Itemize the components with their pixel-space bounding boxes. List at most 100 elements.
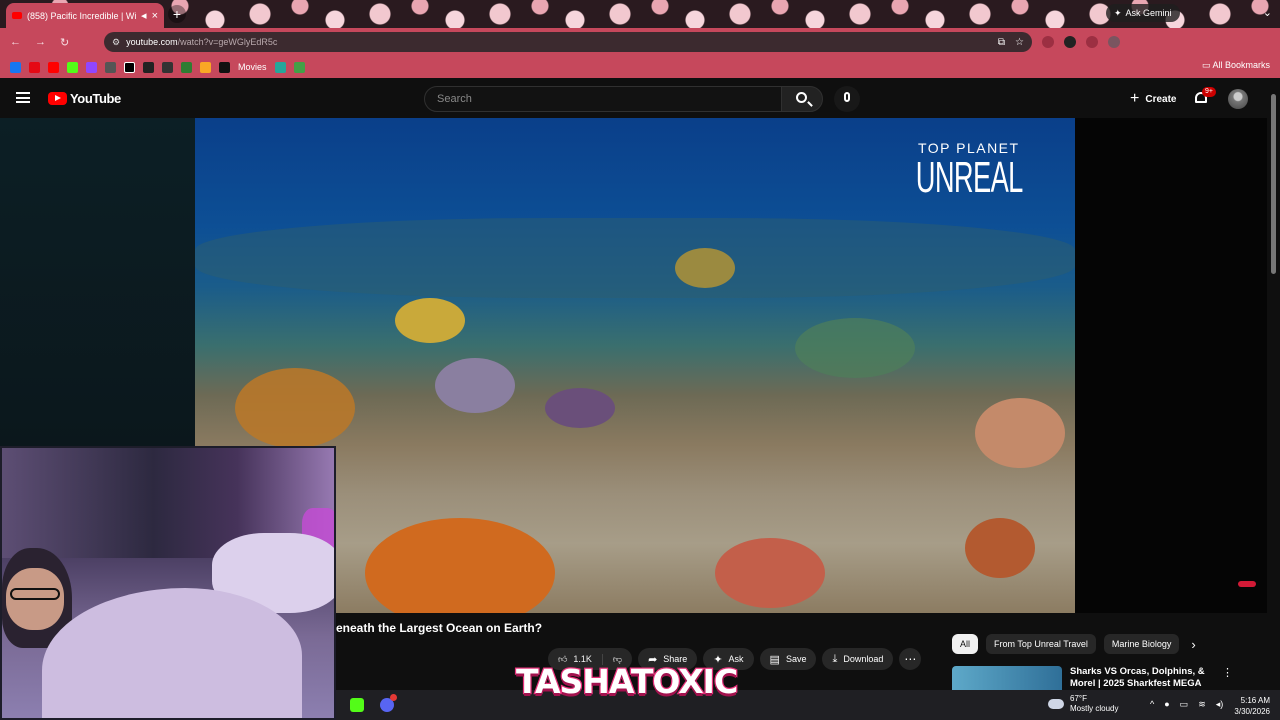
recommended-thumbnail[interactable] (952, 666, 1062, 690)
chip-all[interactable]: All (952, 634, 979, 654)
kick-app-icon[interactable] (350, 698, 364, 712)
kick-bookmark-icon[interactable] (67, 61, 78, 73)
browser-tab-active[interactable]: (858) Pacific Incredible | Wi ◂ × (6, 3, 164, 28)
webcam-glasses (10, 588, 60, 600)
weather-condition: Mostly cloudy (1070, 704, 1119, 713)
omnibox[interactable]: ⚙ youtube.com/watch?v=geWGlyEdR5c ⧉ ☆ (104, 32, 1032, 52)
chip-from-channel[interactable]: From Top Unreal Travel (986, 634, 1096, 654)
bookmarks-bar: Movies ▭ All Bookmarks (0, 56, 1280, 78)
notifications-badge: 9+ (1202, 87, 1216, 97)
volume-icon[interactable]: ◂) (1216, 699, 1224, 710)
youtube-logo[interactable]: YouTube (48, 91, 121, 106)
bookmark-icon[interactable] (274, 61, 286, 73)
recommended-video[interactable]: Sharks VS Orcas, Dolphins, & Morel | 202… (952, 666, 1272, 690)
browser-tab-strip: (858) Pacific Incredible | Wi ◂ × + ✦ Ask… (0, 0, 1280, 28)
more-actions-button[interactable]: ⋯ (899, 648, 922, 670)
youtube-favicon-icon (12, 12, 22, 19)
tab-title: (858) Pacific Incredible | Wi (27, 10, 137, 21)
search-box (424, 86, 782, 112)
youtube-header: YouTube + Create 9+ (0, 80, 1280, 118)
notifications-button[interactable]: 9+ (1194, 87, 1216, 106)
watermark-main: UNREAL (915, 153, 1023, 202)
facebook-bookmark-icon[interactable] (10, 61, 21, 73)
chevron-up-icon[interactable]: ^ (1150, 699, 1154, 710)
gemini-spark-icon: ✦ (1114, 8, 1122, 18)
reef-shape (195, 218, 1075, 298)
all-bookmarks-button[interactable]: ▭ All Bookmarks (1202, 60, 1270, 71)
x-bookmark-icon[interactable] (124, 61, 135, 73)
bookmark-icon[interactable] (162, 61, 173, 73)
reload-icon[interactable]: ↻ (60, 36, 69, 49)
weather-text: 67°F Mostly cloudy (1070, 694, 1118, 714)
more-options-icon[interactable]: ⋮ (1222, 666, 1233, 690)
recommended-title[interactable]: Sharks VS Orcas, Dolphins, & Morel | 202… (1070, 666, 1210, 690)
back-icon[interactable]: ← (10, 36, 21, 49)
save-button[interactable]: ▤ Save (759, 648, 817, 670)
download-label: Download (843, 654, 884, 664)
url-text[interactable]: youtube.com/watch?v=geWGlyEdR5c (126, 37, 998, 47)
display-icon[interactable]: ▭ (1180, 699, 1189, 710)
bookmark-icon[interactable] (293, 61, 305, 73)
microphone-icon (844, 92, 850, 102)
url-host: youtube.com (126, 37, 178, 47)
movies-bookmark-icon (219, 61, 230, 73)
reef-shape (975, 398, 1065, 468)
twitch-bookmark-icon[interactable] (86, 61, 97, 73)
reef-shape (715, 538, 825, 608)
search-input[interactable] (425, 87, 781, 111)
weather-widget[interactable]: 67°F Mostly cloudy (1048, 694, 1118, 714)
streamer-name-overlay: TASHATOXIC (515, 661, 740, 703)
site-info-icon[interactable]: ⚙ (112, 37, 120, 48)
scrollbar-thumb[interactable] (1271, 94, 1276, 274)
channel-watermark: TOP PLANET UNREAL (883, 140, 1056, 200)
omnibox-actions: ⧉ ☆ (998, 37, 1024, 48)
window-controls[interactable]: ⌄ (1263, 6, 1272, 19)
new-tab-button[interactable]: + (168, 5, 186, 23)
voice-search-button[interactable] (834, 86, 860, 112)
overlay-marker (1238, 581, 1256, 587)
youtube-bookmark-icon[interactable] (48, 61, 59, 73)
extension-icon[interactable] (1086, 36, 1098, 48)
page-scrollbar[interactable] (1270, 86, 1278, 646)
speaker-icon[interactable]: ◂ (141, 9, 147, 22)
movies-bookmark[interactable]: Movies (238, 62, 267, 72)
microphone-tray-icon[interactable]: ● (1164, 699, 1169, 710)
nav-buttons: ← → ↻ (0, 36, 104, 49)
tiktok-bookmark-icon[interactable] (143, 61, 154, 73)
ask-gemini-button[interactable]: ✦ Ask Gemini (1106, 4, 1180, 22)
instagram-bookmark-icon[interactable] (105, 61, 116, 73)
screen: (858) Pacific Incredible | Wi ◂ × + ✦ Ask… (0, 0, 1280, 720)
reef-shape (965, 518, 1035, 578)
bookmark-icon[interactable] (200, 61, 211, 73)
download-icon: ⤓ (832, 652, 838, 665)
extension-icon[interactable] (1108, 36, 1120, 48)
chevron-right-icon[interactable]: › (1187, 637, 1195, 652)
download-button[interactable]: ⤓ Download (822, 648, 894, 670)
extension-icons (1042, 36, 1120, 48)
extension-icon[interactable] (1064, 36, 1076, 48)
menu-icon[interactable] (16, 92, 30, 103)
folder-icon: ▭ (1201, 60, 1213, 70)
extension-icon[interactable] (1042, 36, 1054, 48)
save-icon: ▤ (769, 653, 780, 666)
reef-shape (545, 388, 615, 428)
search-button[interactable] (781, 86, 823, 112)
clock-time: 5:16 AM (1240, 696, 1270, 705)
reef-shape (435, 358, 515, 413)
cloud-icon (1048, 699, 1064, 709)
forward-icon[interactable]: → (35, 36, 46, 49)
create-label: Create (1145, 93, 1177, 105)
recommendation-chips: All From Top Unreal Travel Marine Biolog… (952, 634, 1196, 654)
bookmark-icon[interactable] (181, 61, 192, 73)
all-bookmarks-label: All Bookmarks (1212, 60, 1270, 70)
temperature: 67°F (1070, 694, 1087, 703)
install-app-icon[interactable]: ⧉ (998, 37, 1005, 48)
create-button[interactable]: + Create (1122, 87, 1184, 111)
netflix-bookmark-icon[interactable] (29, 61, 40, 73)
bookmark-star-icon[interactable]: ☆ (1015, 37, 1024, 48)
close-tab-icon[interactable]: × (152, 10, 158, 22)
clock[interactable]: 5:16 AM 3/30/2026 (1234, 695, 1270, 717)
chip-marine-biology[interactable]: Marine Biology (1103, 634, 1180, 654)
wifi-icon[interactable]: ≋ (1198, 699, 1206, 710)
avatar[interactable] (1228, 89, 1248, 109)
